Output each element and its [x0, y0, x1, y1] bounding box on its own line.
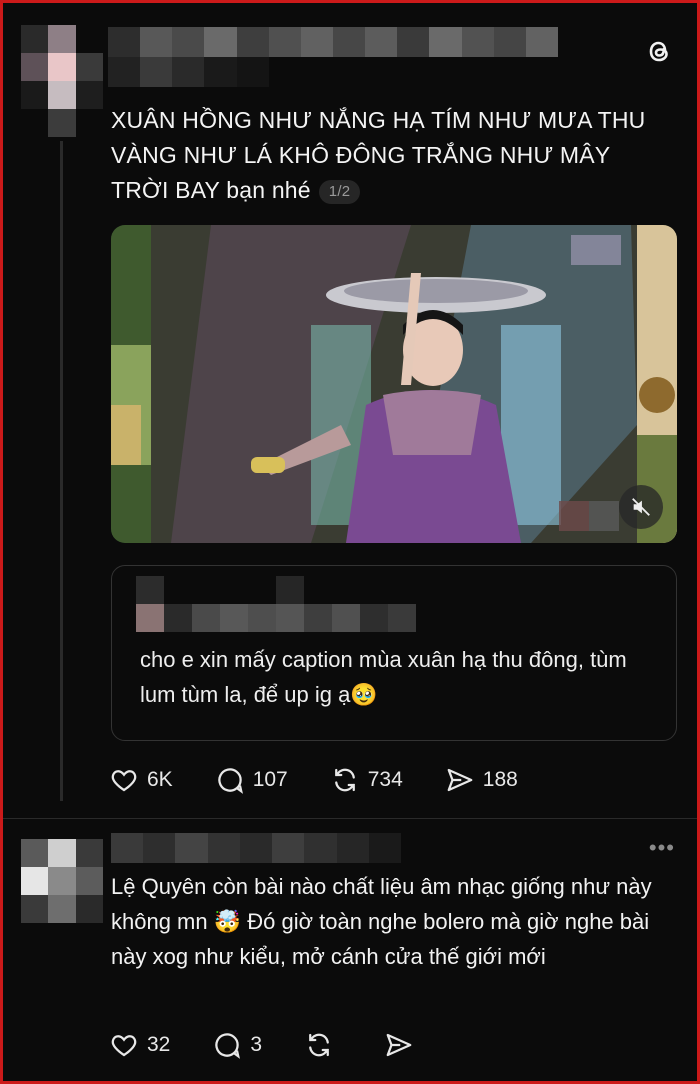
- like-button[interactable]: 6K: [109, 765, 173, 795]
- video-frame: [111, 225, 677, 543]
- send-icon: [447, 768, 473, 792]
- share-count: 188: [482, 768, 518, 791]
- send-icon: [386, 1033, 412, 1057]
- reply-actions: 32 3: [109, 1030, 464, 1060]
- post-actions: 6K 107 734 188: [109, 765, 560, 795]
- threads-screenshot: XUÂN HỒNG NHƯ NẮNG HẠ TÍM NHƯ MƯA THU VÀ…: [3, 3, 697, 1081]
- video-player[interactable]: [111, 225, 677, 543]
- mute-button[interactable]: [619, 485, 663, 529]
- post-divider: [3, 818, 697, 819]
- reply-share-button[interactable]: [384, 1030, 422, 1060]
- quoted-post[interactable]: cho e xin mấy caption mùa xuân hạ thu đô…: [111, 565, 677, 741]
- reply-like-button[interactable]: 32: [109, 1030, 170, 1060]
- author-name-blurred[interactable]: [108, 27, 558, 87]
- speaker-muted-icon: [632, 498, 650, 516]
- reply-author-blurred[interactable]: [111, 833, 401, 863]
- threads-logo-icon[interactable]: [643, 35, 675, 67]
- repost-count: 734: [367, 768, 403, 791]
- reply-count: 107: [252, 768, 288, 791]
- avatar[interactable]: [21, 25, 103, 137]
- quoted-author-blurred: [136, 576, 416, 632]
- reply-reply-button[interactable]: 3: [212, 1030, 262, 1060]
- reply-repost-button[interactable]: [304, 1030, 342, 1060]
- heart-icon: [111, 1035, 137, 1057]
- thread-connector-line: [60, 141, 63, 801]
- like-count: 6K: [147, 768, 173, 791]
- repost-icon: [309, 1033, 329, 1057]
- caption-text: XUÂN HỒNG NHƯ NẮNG HẠ TÍM NHƯ MƯA THU VÀ…: [111, 107, 646, 203]
- repost-button[interactable]: 734: [330, 765, 403, 795]
- share-button[interactable]: 188: [445, 765, 518, 795]
- media-counter-badge: 1/2: [318, 179, 361, 204]
- more-dots-icon[interactable]: •••: [649, 835, 675, 861]
- reply-avatar[interactable]: [21, 839, 103, 923]
- comment-icon: [217, 768, 243, 794]
- reply-text: Lệ Quyên còn bài nào chất liệu âm nhạc g…: [111, 874, 652, 969]
- reply-button[interactable]: 107: [215, 765, 288, 795]
- comment-icon: [215, 1033, 241, 1059]
- reply-like-count: 32: [147, 1033, 171, 1056]
- reply-reply-count: 3: [250, 1033, 263, 1056]
- post-caption: XUÂN HỒNG NHƯ NẮNG HẠ TÍM NHƯ MƯA THU VÀ…: [111, 103, 671, 208]
- repost-icon: [334, 768, 355, 792]
- quoted-post-text: cho e xin mấy caption mùa xuân hạ thu đô…: [140, 647, 627, 707]
- heart-icon: [111, 770, 137, 792]
